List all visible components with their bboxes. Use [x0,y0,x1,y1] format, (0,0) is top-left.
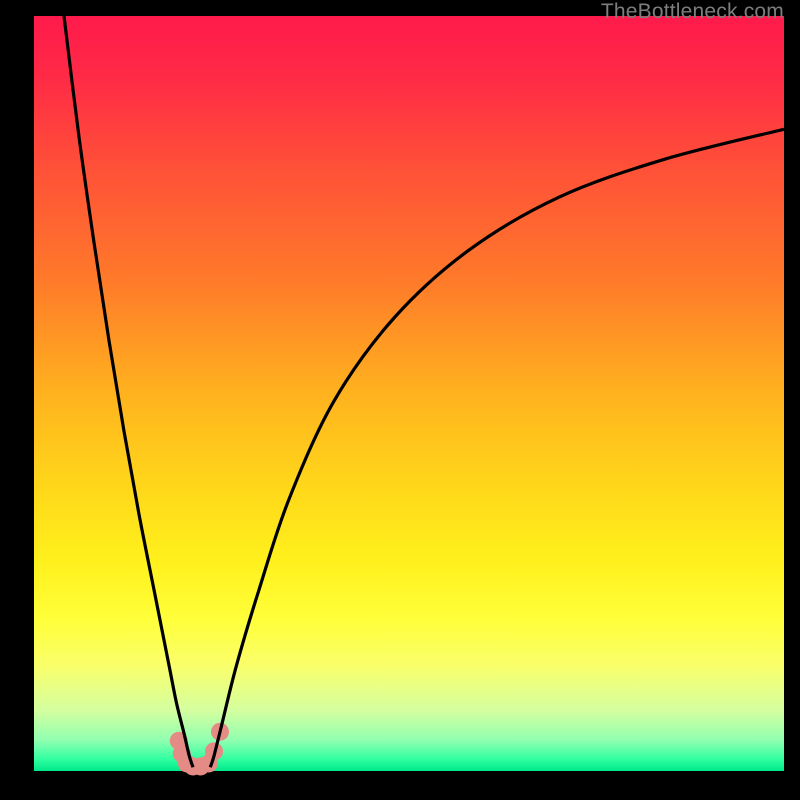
watermark-text: TheBottleneck.com [601,0,784,24]
curves-layer [34,16,784,771]
plot-area [34,16,784,771]
curve-left [64,16,193,767]
outer-frame: TheBottleneck.com [0,0,800,800]
curve-right [210,129,784,767]
